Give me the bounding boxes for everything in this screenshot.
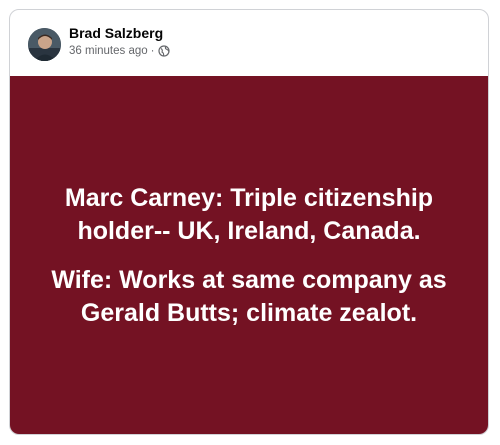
post-paragraph: Marc Carney: Triple citizenship holder--… xyxy=(64,184,434,245)
globe-icon[interactable] xyxy=(158,45,171,57)
post-meta: 36 minutes ago · xyxy=(69,45,171,57)
post-header: Brad Salzberg 36 minutes ago · xyxy=(10,10,488,76)
post-card: Brad Salzberg 36 minutes ago · Marc Carn… xyxy=(9,9,489,435)
avatar[interactable] xyxy=(28,28,61,61)
author-name[interactable]: Brad Salzberg xyxy=(69,25,163,41)
timestamp[interactable]: 36 minutes ago xyxy=(69,45,148,57)
post-text-background: Marc Carney: Triple citizenship holder--… xyxy=(10,76,488,434)
meta-separator: · xyxy=(150,45,155,57)
avatar-image xyxy=(28,28,61,61)
post-paragraph: Wife: Works at same company as Gerald Bu… xyxy=(51,266,447,327)
